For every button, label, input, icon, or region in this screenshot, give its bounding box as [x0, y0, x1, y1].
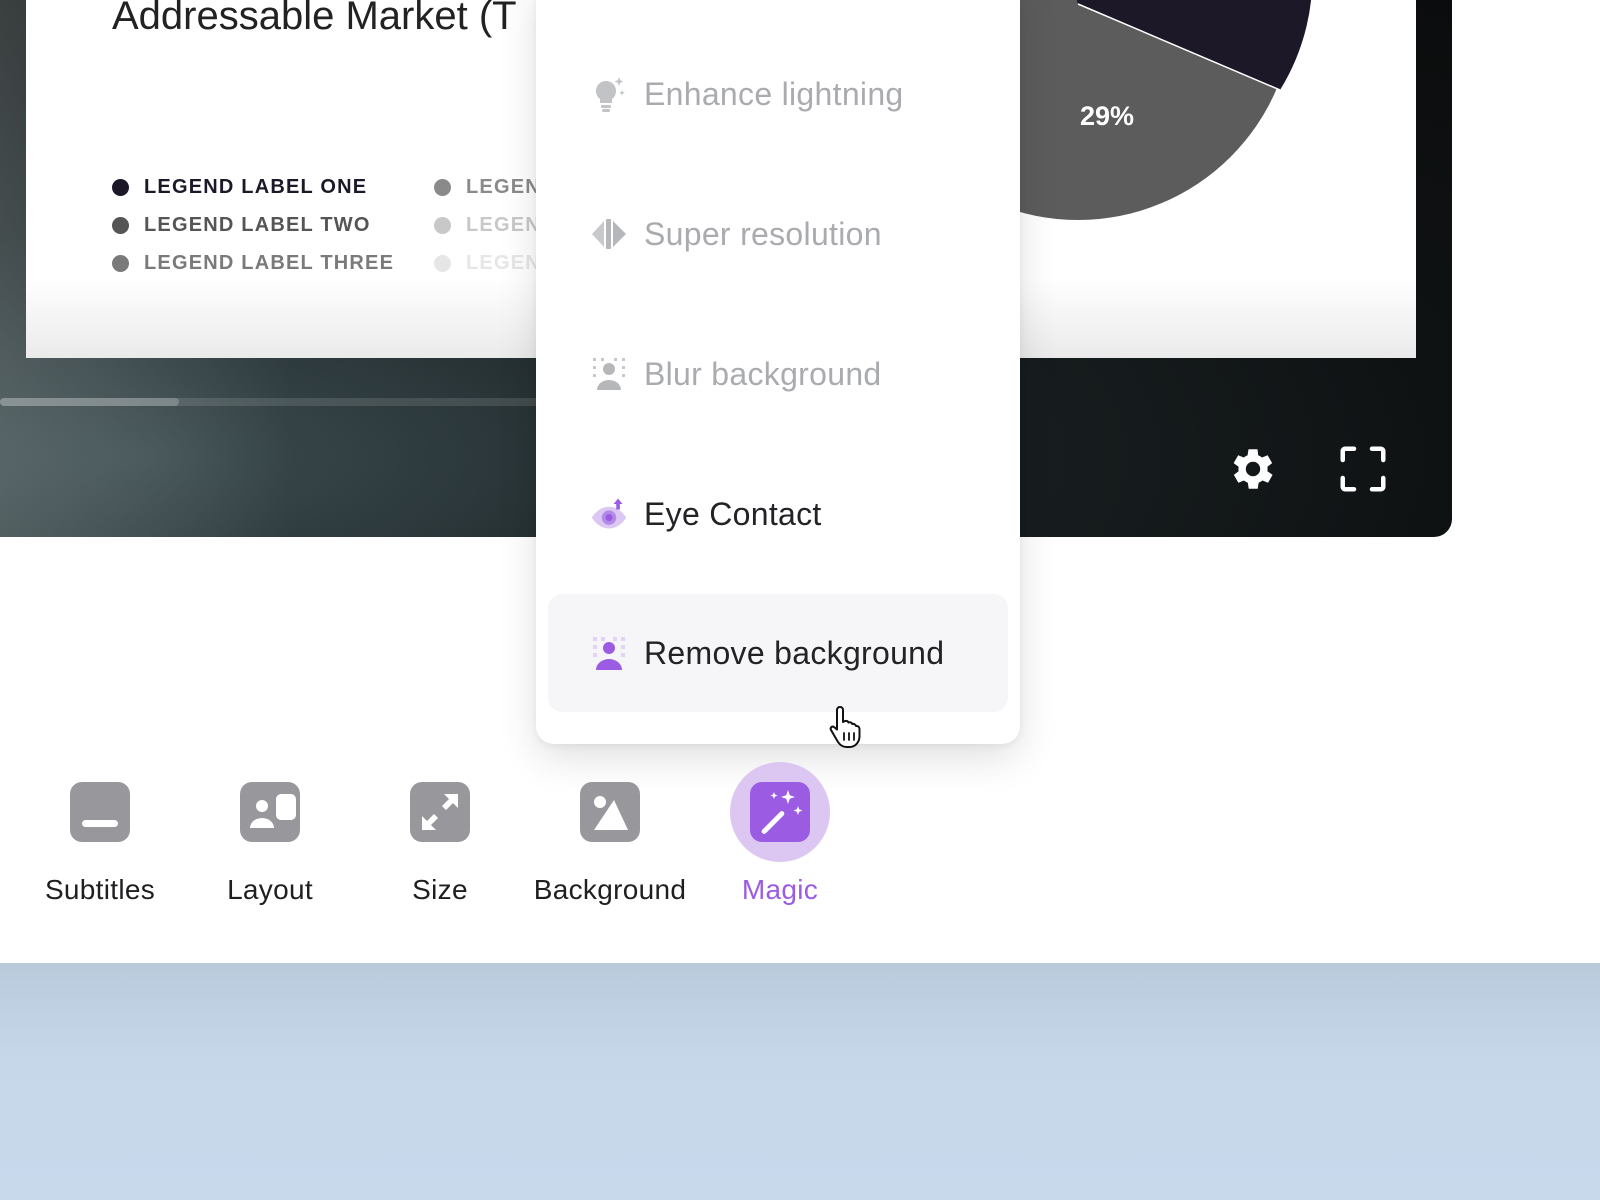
page-background-band: [0, 963, 1600, 1200]
menu-item-label: Eye Contact: [644, 495, 822, 532]
settings-button[interactable]: [1224, 440, 1282, 498]
eye-contact-icon: [590, 495, 628, 533]
toolbar-label: Magic: [741, 874, 819, 905]
magic-effects-menu: Enhance lightning Super resolution Blur …: [536, 0, 1020, 744]
fullscreen-icon: [1340, 446, 1386, 492]
layout-icon: [240, 782, 300, 842]
fullscreen-button[interactable]: [1334, 440, 1392, 498]
menu-item-blur-background[interactable]: Blur background: [548, 315, 1008, 433]
menu-item-label: Remove background: [644, 634, 945, 671]
remove-background-icon: [590, 634, 628, 672]
toolbar-layout-button[interactable]: Layout: [185, 762, 355, 912]
pie-percent-label: 29%: [1080, 101, 1134, 131]
toolbar-icon-wrap: [390, 762, 490, 862]
video-progress-fill: [0, 398, 180, 406]
menu-item-eye-contact[interactable]: Eye Contact: [548, 455, 1008, 573]
toolbar-background-button[interactable]: Background: [525, 762, 695, 912]
video-progress-track[interactable]: [0, 398, 560, 406]
toolbar-icon-wrap: [50, 762, 150, 862]
toolbar-icon-wrap: [220, 762, 320, 862]
toolbar-label: Subtitles: [44, 874, 156, 905]
menu-item-super-resolution[interactable]: Super resolution: [548, 175, 1008, 293]
menu-item-remove-background[interactable]: Remove background: [548, 594, 1008, 712]
super-resolution-icon: [590, 215, 628, 253]
hand-pointer-cursor: [829, 706, 861, 748]
toolbar-magic-button[interactable]: Magic: [695, 762, 865, 912]
menu-item-enhance-lightning[interactable]: Enhance lightning: [548, 35, 1008, 153]
toolbar-subtitles-button[interactable]: Subtitles: [15, 762, 185, 912]
menu-item-label: Super resolution: [644, 215, 882, 252]
toolbar-label: Layout: [227, 874, 313, 905]
toolbar-icon-wrap: [560, 762, 660, 862]
blur-background-icon: [590, 355, 628, 393]
lightbulb-sparkle-icon: [590, 75, 628, 113]
toolbar-label: Size: [412, 874, 468, 905]
subtitles-icon: [70, 782, 130, 842]
resize-icon: [410, 782, 470, 842]
menu-item-label: Enhance lightning: [644, 75, 904, 112]
magic-wand-icon: [750, 782, 810, 842]
background-image-icon: [580, 782, 640, 842]
toolbar-label: Background: [533, 874, 687, 905]
menu-item-label: Blur background: [644, 355, 882, 392]
gear-icon: [1233, 449, 1273, 489]
toolbar-icon-wrap: [730, 762, 830, 862]
toolbar-size-button[interactable]: Size: [355, 762, 525, 912]
